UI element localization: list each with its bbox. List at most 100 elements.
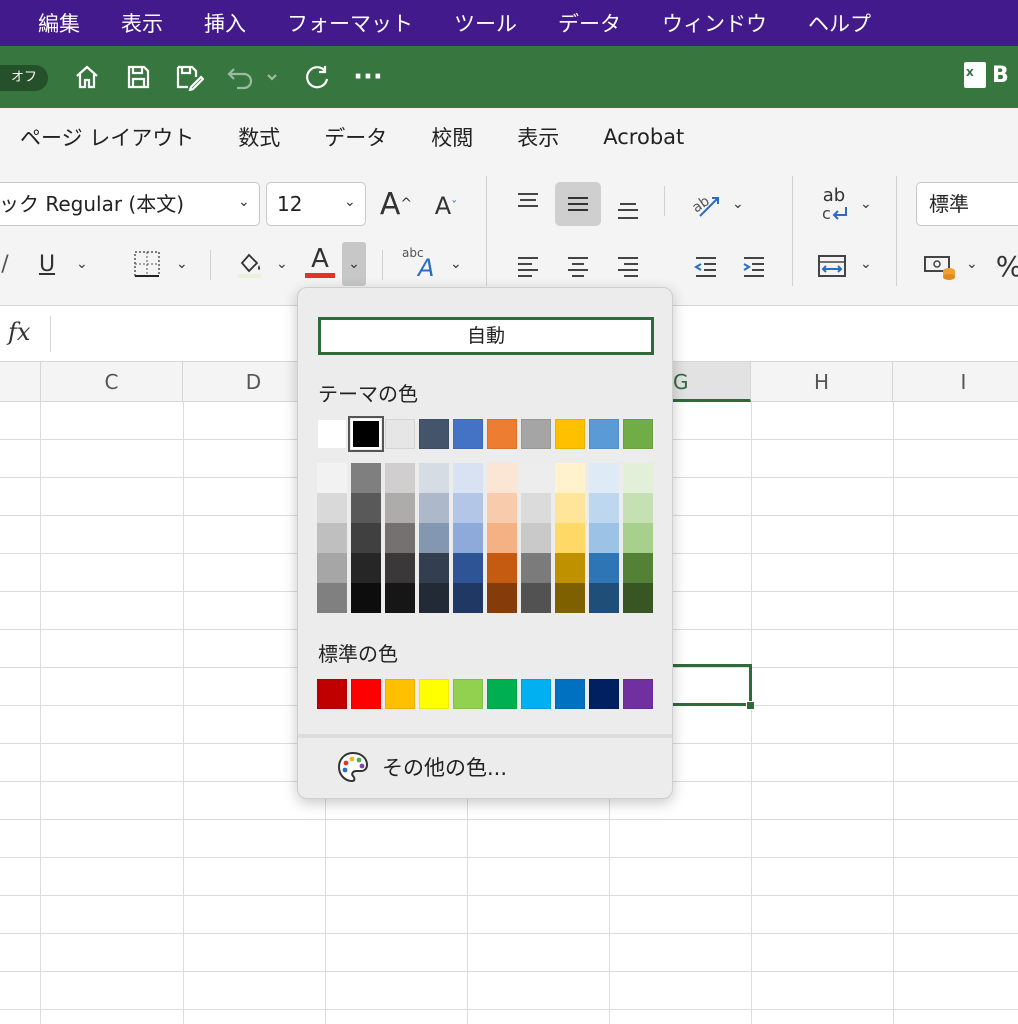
theme-shade-swatch[interactable] [419,463,449,493]
column-header-i[interactable]: I [893,362,1018,402]
column-header-h[interactable]: H [751,362,893,402]
theme-shade-swatch[interactable] [317,523,347,553]
font-name-select[interactable]: ック Regular (本文) [0,182,260,226]
theme-shade-swatch[interactable] [419,523,449,553]
accounting-format-icon[interactable] [920,246,960,286]
tab-acrobat[interactable]: Acrobat [603,125,684,149]
theme-shade-swatch[interactable] [521,463,551,493]
chevron-down-icon[interactable]: ⌄ [76,256,88,272]
chevron-down-icon[interactable]: ⌄ [344,194,356,210]
theme-shade-swatch[interactable] [317,493,347,523]
theme-color-swatch[interactable] [317,419,347,449]
save-icon[interactable] [121,60,155,94]
menu-format[interactable]: フォーマット [287,8,413,38]
menu-help[interactable]: ヘルプ [808,8,871,38]
theme-shade-swatch[interactable] [555,463,585,493]
merge-center-icon[interactable] [814,246,850,286]
undo-icon[interactable] [224,60,258,94]
standard-color-swatch[interactable] [385,679,415,709]
align-right-icon[interactable] [610,246,646,286]
align-left-icon[interactable] [510,246,546,286]
theme-shade-swatch[interactable] [453,553,483,583]
theme-shade-swatch[interactable] [487,553,517,583]
theme-shade-swatch[interactable] [351,463,381,493]
align-center-icon[interactable] [560,246,596,286]
home-icon[interactable] [70,60,104,94]
more-colors-button[interactable]: その他の色... [336,750,507,784]
theme-shade-swatch[interactable] [419,583,449,613]
tab-data[interactable]: データ [324,122,387,152]
menu-window[interactable]: ウィンドウ [662,8,767,38]
shrink-font-button[interactable]: Aˇ [428,186,464,226]
standard-color-swatch[interactable] [419,679,449,709]
standard-color-swatch[interactable] [521,679,551,709]
theme-shade-swatch[interactable] [623,553,653,583]
text-orientation-icon[interactable]: ab [686,184,726,224]
theme-shade-swatch[interactable] [623,583,653,613]
undo-dropdown-icon[interactable] [262,60,282,94]
fill-handle[interactable] [746,701,755,710]
font-color-button[interactable]: A [302,240,338,282]
align-top-icon[interactable] [510,182,546,222]
theme-shade-swatch[interactable] [589,493,619,523]
theme-shade-swatch[interactable] [555,553,585,583]
theme-shade-swatch[interactable] [317,463,347,493]
theme-shade-swatch[interactable] [555,523,585,553]
theme-shade-swatch[interactable] [385,553,415,583]
chevron-down-icon[interactable]: ⌄ [966,256,978,272]
theme-shade-swatch[interactable] [555,583,585,613]
theme-color-swatch[interactable] [521,419,551,449]
decrease-indent-icon[interactable] [688,246,724,286]
font-color-dropdown-button[interactable]: ⌄ [342,242,366,286]
theme-shade-swatch[interactable] [521,553,551,583]
theme-shade-swatch[interactable] [385,493,415,523]
increase-indent-icon[interactable] [736,246,772,286]
column-header-c[interactable]: C [41,362,183,402]
theme-shade-swatch[interactable] [351,493,381,523]
theme-shade-swatch[interactable] [385,463,415,493]
chevron-down-icon[interactable]: ⌄ [276,256,288,272]
theme-shade-swatch[interactable] [453,583,483,613]
grow-font-button[interactable]: A ^ [378,184,414,224]
tab-review[interactable]: 校閲 [431,122,473,152]
standard-color-swatch[interactable] [487,679,517,709]
chevron-down-icon[interactable]: ⌄ [860,256,872,272]
theme-color-swatch[interactable] [385,419,415,449]
more-icon[interactable]: ··· [351,60,385,94]
theme-shade-swatch[interactable] [419,493,449,523]
theme-color-swatch[interactable] [453,419,483,449]
phonetic-guide-button[interactable]: abc A [402,244,442,284]
theme-shade-swatch[interactable] [385,523,415,553]
theme-shade-swatch[interactable] [521,493,551,523]
theme-shade-swatch[interactable] [487,523,517,553]
theme-shade-swatch[interactable] [521,583,551,613]
autosave-toggle[interactable]: オフ [0,65,48,91]
chevron-down-icon[interactable]: ⌄ [732,196,744,212]
theme-color-swatch[interactable] [419,419,449,449]
theme-shade-swatch[interactable] [385,583,415,613]
theme-shade-swatch[interactable] [351,553,381,583]
chevron-down-icon[interactable]: ⌄ [450,256,462,272]
menu-tools[interactable]: ツール [454,8,517,38]
underline-button[interactable]: U [34,246,60,282]
theme-shade-swatch[interactable] [589,553,619,583]
italic-button[interactable]: / [0,246,10,282]
chevron-down-icon[interactable]: ⌄ [176,256,188,272]
theme-shade-swatch[interactable] [419,553,449,583]
tab-view[interactable]: 表示 [517,122,559,152]
theme-shade-swatch[interactable] [623,523,653,553]
theme-color-swatch[interactable] [555,419,585,449]
wrap-text-button[interactable]: ab c [814,184,854,226]
chevron-down-icon[interactable]: ⌄ [860,196,872,212]
save-as-icon[interactable] [172,60,206,94]
function-icon[interactable]: fx [8,318,30,346]
theme-shade-swatch[interactable] [521,523,551,553]
percent-style-button[interactable]: % [994,246,1018,286]
theme-shade-swatch[interactable] [317,583,347,613]
number-format-select[interactable]: 標準 [916,182,1018,226]
standard-color-swatch[interactable] [555,679,585,709]
automatic-color-button[interactable]: 自動 [318,317,654,355]
menu-insert[interactable]: 挿入 [204,8,246,38]
theme-shade-swatch[interactable] [555,493,585,523]
standard-color-swatch[interactable] [317,679,347,709]
